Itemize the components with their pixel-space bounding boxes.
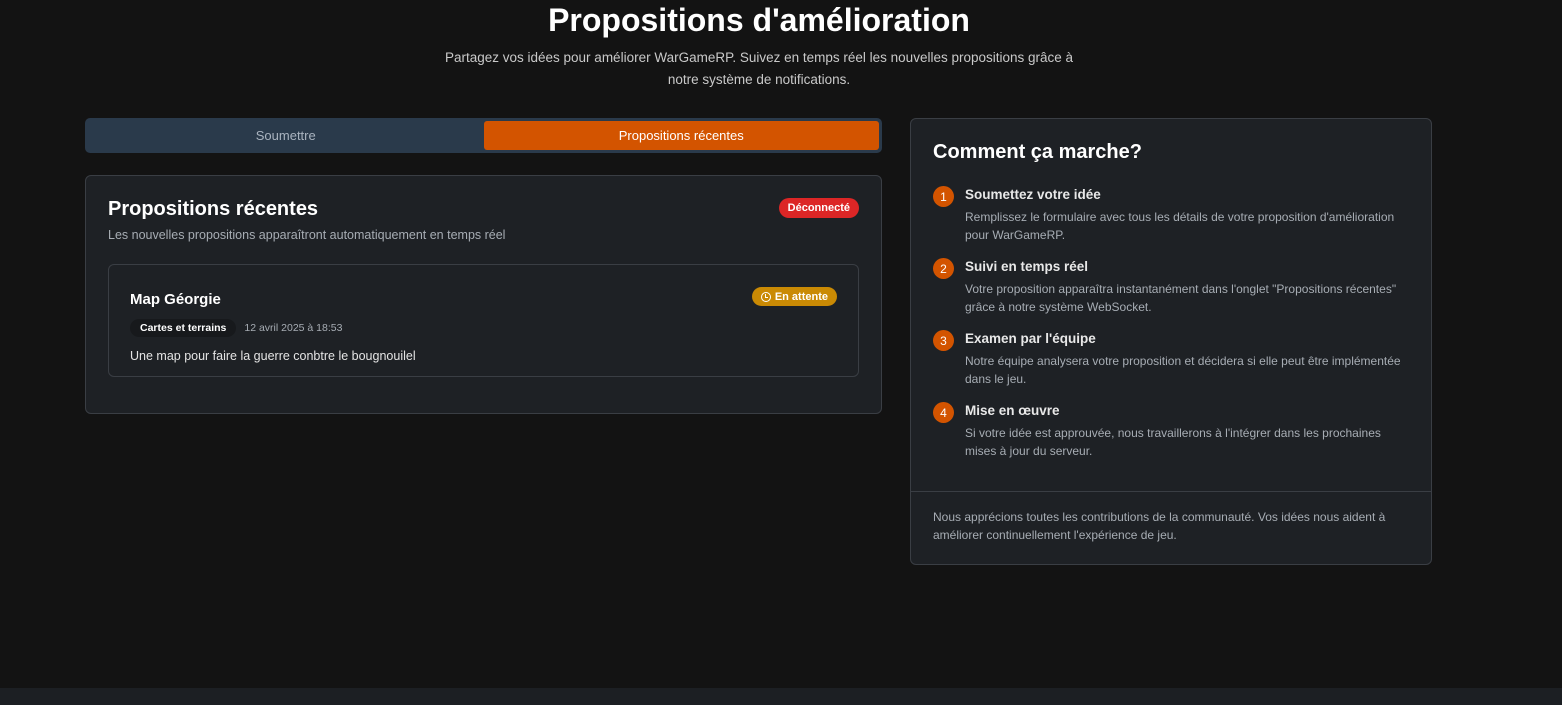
proposal-meta: Cartes et terrains 12 avril 2025 à 18:53 bbox=[130, 319, 342, 337]
step-description: Votre proposition apparaîtra instantaném… bbox=[965, 282, 1397, 314]
how-it-works-title: Comment ça marche? bbox=[933, 141, 1142, 163]
proposal-item[interactable]: Map Géorgie En attente Cartes et terrain… bbox=[108, 264, 859, 377]
proposal-status-badge: En attente bbox=[751, 287, 837, 306]
proposal-title: Map Géorgie bbox=[130, 291, 221, 308]
page-title: Propositions d'amélioration bbox=[548, 2, 970, 38]
page-subtitle: Partagez vos idées pour améliorer WarGam… bbox=[444, 50, 1074, 87]
step-title: Mise en œuvre bbox=[965, 403, 1060, 418]
proposal-description: Une map pour faire la guerre conbtre le … bbox=[130, 349, 416, 363]
recent-proposals-card: Propositions récentes Les nouvelles prop… bbox=[85, 175, 882, 414]
proposal-status-label: En attente bbox=[774, 290, 828, 303]
step-item: 2 Suivi en temps réel Votre proposition … bbox=[933, 257, 1411, 316]
tab-submit[interactable]: Soumettre bbox=[88, 121, 484, 150]
step-item: 4 Mise en œuvre Si votre idée est approu… bbox=[933, 401, 1411, 460]
clock-icon bbox=[760, 291, 771, 302]
step-item: 1 Soumettez votre idée Remplissez le for… bbox=[933, 185, 1411, 244]
step-title: Soumettez votre idée bbox=[965, 187, 1101, 202]
tab-recent-proposals[interactable]: Propositions récentes bbox=[483, 121, 879, 150]
page-footer-bar bbox=[0, 688, 1562, 705]
steps-list: 1 Soumettez votre idée Remplissez le for… bbox=[933, 185, 1411, 473]
step-description: Si votre idée est approuvée, nous travai… bbox=[965, 426, 1381, 458]
proposal-category-tag: Cartes et terrains bbox=[130, 319, 237, 337]
recent-proposals-description: Les nouvelles propositions apparaîtront … bbox=[108, 228, 506, 242]
step-number-badge: 4 bbox=[933, 402, 954, 423]
proposal-date: 12 avril 2025 à 18:53 bbox=[244, 322, 343, 334]
step-number-badge: 3 bbox=[933, 330, 954, 351]
step-title: Examen par l'équipe bbox=[965, 331, 1096, 346]
step-title: Suivi en temps réel bbox=[965, 259, 1089, 274]
step-number-badge: 2 bbox=[933, 258, 954, 279]
step-description: Remplissez le formulaire avec tous les d… bbox=[965, 210, 1395, 242]
tab-bar: Soumettre Propositions récentes bbox=[85, 118, 882, 153]
step-item: 3 Examen par l'équipe Notre équipe analy… bbox=[933, 329, 1411, 388]
divider bbox=[911, 491, 1431, 492]
how-it-works-footer: Nous apprécions toutes les contributions… bbox=[933, 510, 1386, 542]
how-it-works-card: Comment ça marche? 1 Soumettez votre idé… bbox=[910, 118, 1432, 565]
recent-proposals-title: Propositions récentes bbox=[108, 198, 319, 220]
connection-status-badge: Déconnecté bbox=[778, 198, 859, 218]
step-number-badge: 1 bbox=[933, 186, 954, 207]
step-description: Notre équipe analysera votre proposition… bbox=[965, 354, 1401, 386]
